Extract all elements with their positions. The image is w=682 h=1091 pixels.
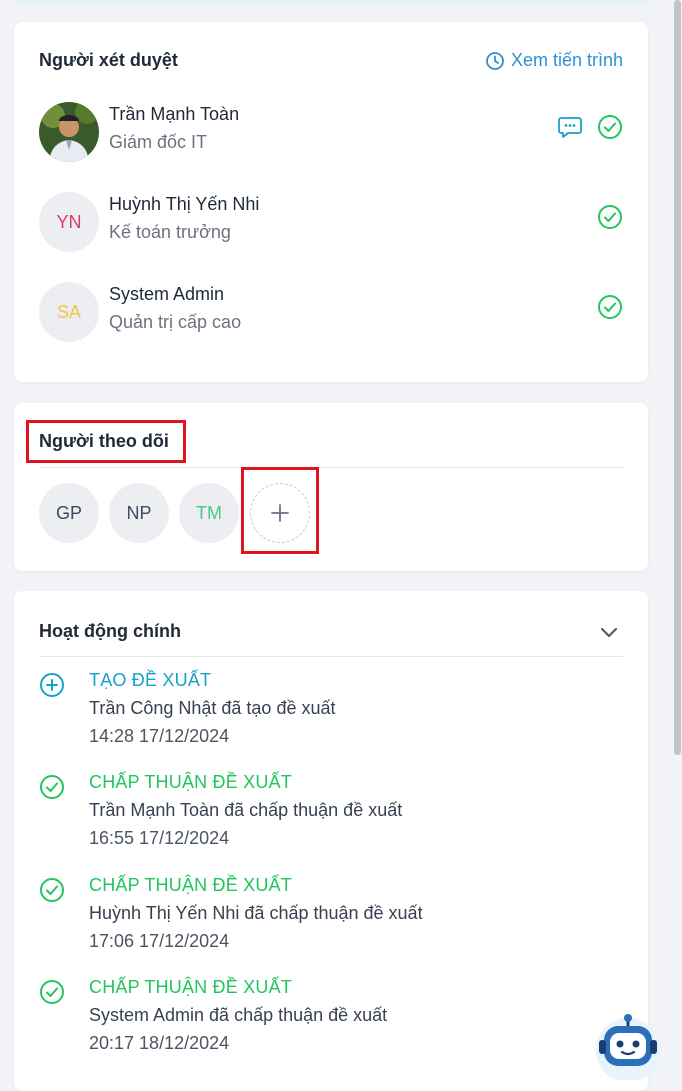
- reviewers-title: Người xét duyệt: [39, 50, 178, 70]
- activity-time: 17:06 17/12/2024: [89, 931, 230, 951]
- avatar: [39, 102, 99, 162]
- reviewer-item: YN Huỳnh Thị Yến Nhi Kế toán trưởng: [39, 192, 623, 252]
- activity-item: CHẤP THUẬN ĐỀ XUẤT System Admin đã chấp …: [39, 977, 623, 1067]
- clock-icon: [486, 51, 504, 70]
- follower-initials: NP: [126, 502, 152, 523]
- activity-title: CHẤP THUẬN ĐỀ XUẤT: [89, 875, 292, 895]
- activity-description: Trần Mạnh Toàn đã chấp thuận đề xuất: [89, 800, 403, 820]
- activity-item: CHẤP THUẬN ĐỀ XUẤT Huỳnh Thị Yến Nhi đã …: [39, 875, 623, 965]
- approved-check-icon: [598, 295, 622, 319]
- avatar-initials: YN: [56, 211, 82, 232]
- follower-initials: TM: [196, 502, 222, 523]
- check-circle-icon: [40, 775, 64, 799]
- follower-avatar[interactable]: NP: [109, 483, 169, 543]
- activities-card: Hoạt động chính TẠO ĐỀ XUẤT Trần Công Nh…: [14, 591, 648, 1091]
- reviewers-card: Người xét duyệt Xem tiến trình Trần Mạnh…: [14, 22, 648, 382]
- follower-avatar[interactable]: TM: [179, 483, 239, 543]
- activity-item: TẠO ĐỀ XUẤT Trần Công Nhật đã tạo đề xuấ…: [39, 670, 623, 760]
- activity-description: Huỳnh Thị Yến Nhi đã chấp thuận đề xuất: [89, 903, 423, 923]
- highlight-box: [26, 420, 186, 463]
- check-circle-icon: [40, 980, 64, 1004]
- plus-circle-icon: [40, 673, 64, 697]
- reviewer-item: Trần Mạnh Toàn Giám đốc IT: [39, 102, 623, 162]
- view-timeline-label: Xem tiến trình: [510, 50, 623, 70]
- divider: [39, 467, 623, 468]
- reviewer-role: Quản trị cấp cao: [109, 312, 242, 332]
- activity-title: CHẤP THUẬN ĐỀ XUẤT: [89, 977, 292, 997]
- avatar: SA: [39, 282, 99, 342]
- check-circle-icon: [40, 878, 64, 902]
- reviewer-role: Giám đốc IT: [109, 132, 208, 152]
- approved-check-icon: [598, 115, 622, 139]
- activity-item: CHẤP THUẬN ĐỀ XUẤT Trần Mạnh Toàn đã chấ…: [39, 772, 623, 862]
- follower-avatar[interactable]: GP: [39, 483, 99, 543]
- activity-description: Trần Công Nhật đã tạo đề xuất: [89, 698, 336, 718]
- activity-time: 20:17 18/12/2024: [89, 1033, 230, 1053]
- avatar: YN: [39, 192, 99, 252]
- view-timeline-link[interactable]: Xem tiến trình: [485, 50, 623, 71]
- avatar-initials: SA: [56, 301, 81, 322]
- chevron-down-icon[interactable]: [598, 621, 620, 643]
- activity-time: 14:28 17/12/2024: [89, 726, 230, 746]
- approved-check-icon: [598, 205, 622, 229]
- reviewer-role: Kế toán trưởng: [109, 222, 231, 242]
- followers-card: Người theo dõi GP NP TM: [14, 403, 648, 571]
- activity-time: 16:55 17/12/2024: [89, 828, 230, 848]
- activity-title: TẠO ĐỀ XUẤT: [89, 670, 212, 690]
- comment-icon[interactable]: [557, 114, 583, 140]
- previous-card-edge: [14, 0, 648, 3]
- scrollbar[interactable]: [671, 0, 682, 1066]
- avatar-photo: [39, 102, 99, 162]
- reviewer-name: Huỳnh Thị Yến Nhi: [109, 194, 260, 214]
- divider: [39, 656, 623, 657]
- highlight-box: [241, 467, 319, 554]
- reviewer-name: Trần Mạnh Toàn: [109, 104, 240, 124]
- reviewer-name: System Admin: [109, 284, 225, 304]
- activity-description: System Admin đã chấp thuận đề xuất: [89, 1005, 388, 1025]
- activity-title: CHẤP THUẬN ĐỀ XUẤT: [89, 772, 292, 792]
- chatbot-icon: [596, 1014, 660, 1082]
- follower-initials: GP: [55, 502, 82, 523]
- chatbot-button[interactable]: [590, 1010, 666, 1082]
- activities-title: Hoạt động chính: [39, 621, 181, 641]
- scrollbar-thumb[interactable]: [674, 0, 681, 755]
- reviewer-item: SA System Admin Quản trị cấp cao: [39, 282, 623, 342]
